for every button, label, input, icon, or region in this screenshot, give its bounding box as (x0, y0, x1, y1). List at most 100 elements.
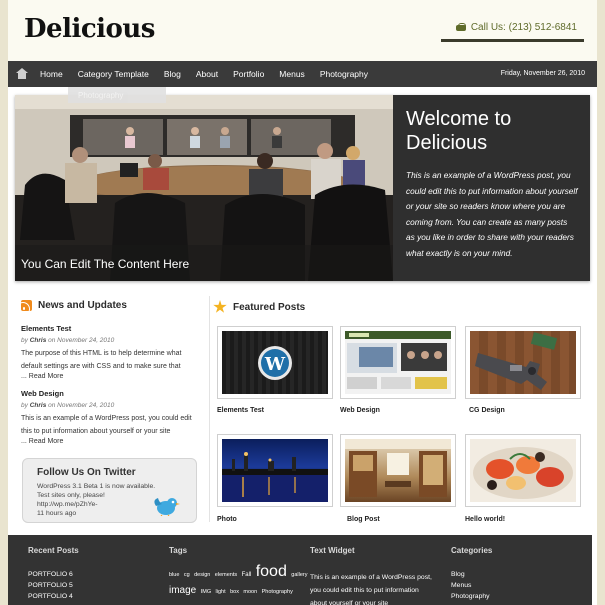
home-icon[interactable] (16, 68, 28, 79)
featured-title: Featured Posts (233, 301, 306, 313)
news-sidebar: News and Updates Elements Test by Chris … (21, 300, 201, 445)
hero-caption: You Can Edit The Content Here (21, 257, 190, 271)
featured-label[interactable]: CG Design (469, 407, 505, 414)
header: Delicious Call Us: (213) 512-6841 (8, 0, 597, 61)
post-by: by (21, 337, 28, 344)
footer-tags: Tags blue cg design elements Fall food g… (169, 546, 308, 599)
tag-link[interactable]: design (194, 572, 210, 578)
tag-link[interactable]: Photography (262, 589, 293, 595)
footer-text-widget: Text Widget This is an example of a Word… (310, 546, 435, 605)
twitter-bird-icon[interactable] (152, 496, 180, 516)
nav-category-template[interactable]: Category Template (78, 69, 149, 79)
post-meta: by Chris on November 24, 2010 (21, 402, 201, 409)
post-author[interactable]: Chris (30, 337, 47, 344)
post-on: on (48, 337, 56, 344)
post-excerpt: This is an example of a WordPress post, … (21, 415, 192, 435)
tweet-text: WordPress 3.1 Beta 1 is now available. T… (37, 482, 165, 518)
read-more-link[interactable]: ... Read More (21, 438, 201, 445)
call-us-text: Call Us: (213) 512-6841 (470, 22, 577, 33)
twitter-title[interactable]: Follow Us On Twitter (37, 467, 196, 478)
nav-photography[interactable]: Photography (320, 69, 368, 79)
tag-link[interactable]: gallery (291, 572, 307, 578)
tag-link[interactable]: cg (184, 572, 190, 578)
nav-portfolio[interactable]: Portfolio (233, 69, 264, 79)
main-nav: Home Category Template Blog About Portfo… (8, 61, 597, 87)
wordpress-logo-icon: W (258, 346, 292, 380)
nav-dropdown-item[interactable]: Photography (68, 87, 166, 103)
featured-thumb-blog-post[interactable] (340, 434, 456, 507)
tweet-body: WordPress 3.1 Beta 1 is now available. T… (37, 483, 156, 508)
footer-link[interactable]: PORTFOLIO 5 (28, 582, 79, 589)
nav-home[interactable]: Home (40, 69, 63, 79)
website-screenshot (345, 331, 451, 389)
footer-link[interactable]: Photography (451, 593, 492, 600)
post-date: November 24, 2010 (57, 337, 115, 344)
widget-text: This is an example of a WordPress post, … (310, 574, 432, 605)
nav-menus[interactable]: Menus (279, 69, 305, 79)
nav-date: Friday, November 26, 2010 (500, 70, 585, 77)
tag-cloud: blue cg design elements Fall food galler… (169, 563, 308, 599)
featured-thumb-web-design[interactable] (340, 326, 456, 399)
post-excerpt: The purpose of this HTML is to help dete… (21, 350, 182, 370)
featured-thumb-elements-test[interactable]: W (217, 326, 333, 399)
hero-slider[interactable]: You Can Edit The Content Here Welcome to… (15, 95, 590, 281)
page: Delicious Call Us: (213) 512-6841 Home C… (8, 0, 597, 605)
nav-blog[interactable]: Blog (164, 69, 181, 79)
tag-link[interactable]: IMG (201, 589, 211, 595)
footer-recent-posts: Recent Posts PORTFOLIO 6 PORTFOLIO 5 POR… (28, 546, 79, 600)
featured-label[interactable]: Elements Test (217, 407, 264, 414)
post-title[interactable]: Elements Test (21, 324, 201, 333)
tweet-time: 11 hours ago (37, 510, 77, 517)
footer-link[interactable]: PORTFOLIO 4 (28, 593, 79, 600)
footer-heading: Categories (451, 546, 493, 555)
revolver-image (475, 332, 558, 390)
tag-link[interactable]: moon (243, 589, 257, 595)
nav-about[interactable]: About (196, 69, 218, 79)
post-title[interactable]: Web Design (21, 389, 201, 398)
list-item: Web Design by Chris on November 24, 2010… (21, 389, 201, 445)
footer: Recent Posts PORTFOLIO 6 PORTFOLIO 5 POR… (8, 535, 592, 605)
hero-text-panel: Welcome to Delicious This is an example … (393, 95, 590, 281)
twitter-widget: Follow Us On Twitter WordPress 3.1 Beta … (22, 458, 197, 523)
tag-link[interactable]: blue (169, 572, 179, 578)
post-date: November 24, 2010 (57, 402, 115, 409)
news-heading: News and Updates (21, 300, 201, 311)
footer-heading: Recent Posts (28, 546, 79, 555)
footer-link[interactable]: PORTFOLIO 6 (28, 571, 79, 578)
tag-link[interactable]: image (169, 585, 196, 596)
rss-icon[interactable] (21, 300, 32, 311)
tag-link[interactable]: light (216, 589, 226, 595)
featured-label[interactable]: Hello world! (465, 516, 505, 523)
svg-text:W: W (264, 354, 286, 375)
read-more-link[interactable]: ... Read More (21, 373, 201, 380)
tag-link[interactable]: elements (215, 572, 237, 578)
featured-label[interactable]: Photo (217, 516, 237, 523)
featured-label[interactable]: Web Design (340, 407, 380, 414)
post-by: by (21, 402, 28, 409)
post-on: on (48, 402, 56, 409)
footer-link[interactable]: Blog (451, 571, 492, 578)
tag-link[interactable]: box (230, 589, 239, 595)
hero-body: This is an example of a WordPress post, … (406, 170, 578, 258)
featured-thumb-hello-world[interactable] (465, 434, 581, 507)
call-underline (441, 39, 584, 42)
featured-thumb-photo[interactable] (217, 434, 333, 507)
featured-label[interactable]: Blog Post (347, 516, 380, 523)
news-title: News and Updates (38, 300, 127, 311)
meeting-room-illustration (15, 95, 393, 281)
hero-image[interactable]: You Can Edit The Content Here (15, 95, 393, 281)
interior-image (345, 439, 451, 497)
night-city-image (222, 452, 328, 502)
footer-categories: Categories Blog Menus Photography (451, 546, 492, 600)
star-icon (213, 300, 227, 313)
site-logo[interactable]: Delicious (24, 14, 155, 44)
footer-link[interactable]: Menus (451, 582, 492, 589)
post-author[interactable]: Chris (30, 402, 47, 409)
featured-heading: Featured Posts (213, 300, 305, 314)
tag-link[interactable]: food (256, 563, 287, 580)
footer-heading: Text Widget (310, 546, 355, 555)
tag-link[interactable]: Fall (242, 572, 252, 578)
hero-title: Welcome to Delicious (406, 108, 512, 154)
phone-icon (455, 23, 466, 32)
featured-thumb-cg-design[interactable] (465, 326, 581, 399)
